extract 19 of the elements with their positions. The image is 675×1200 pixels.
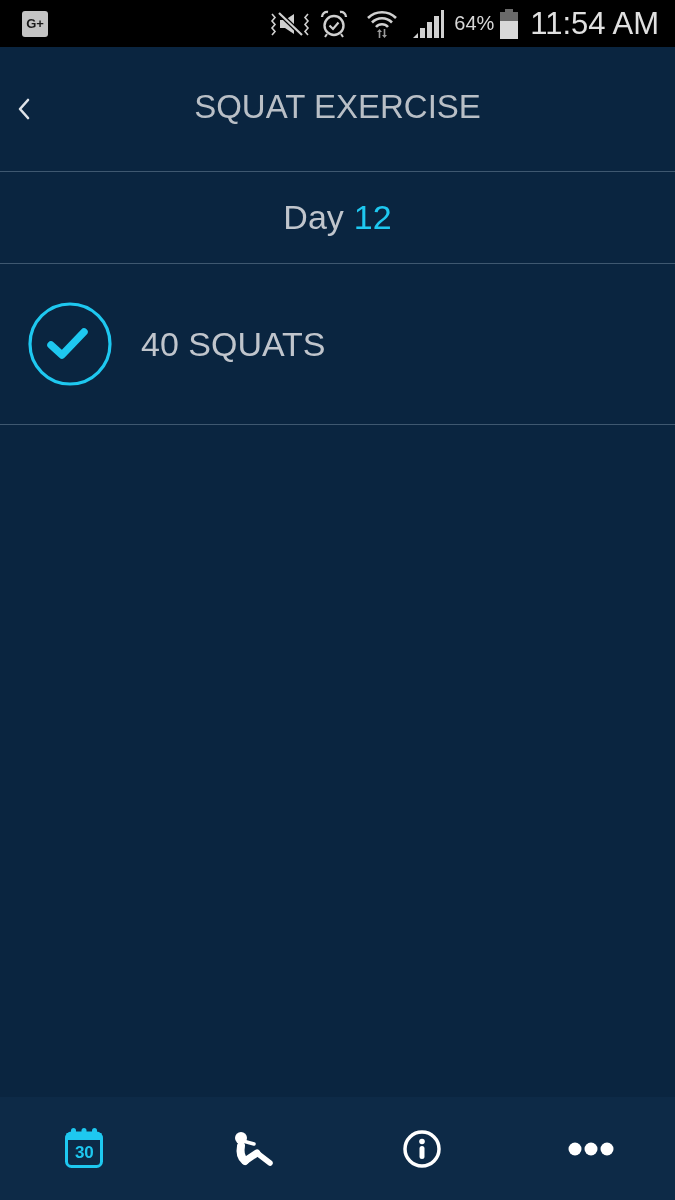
check-circle-icon[interactable] xyxy=(28,302,112,386)
person-situp-icon xyxy=(232,1130,275,1167)
day-label: Day xyxy=(283,198,344,237)
signal-icon xyxy=(412,9,445,38)
alarm-clock-icon xyxy=(320,9,349,38)
calendar-icon xyxy=(65,1127,104,1168)
battery-percent: 64% xyxy=(454,12,495,35)
wifi-icon xyxy=(366,8,399,39)
notification-tile: G+ xyxy=(22,10,48,37)
sound-muted-icon xyxy=(270,10,311,37)
clock-time: 11:54 AM xyxy=(530,5,659,42)
battery-icon xyxy=(500,8,519,39)
exercise-label: 40 SQUATS xyxy=(141,324,326,364)
day-number: 12 xyxy=(353,198,392,237)
info-icon xyxy=(402,1129,441,1168)
screen-title: SQUAT EXERCISE xyxy=(194,88,481,126)
more-icon xyxy=(567,1141,614,1156)
calendar-tab[interactable]: 30 xyxy=(0,1097,169,1200)
chevron-left-icon xyxy=(18,98,30,120)
